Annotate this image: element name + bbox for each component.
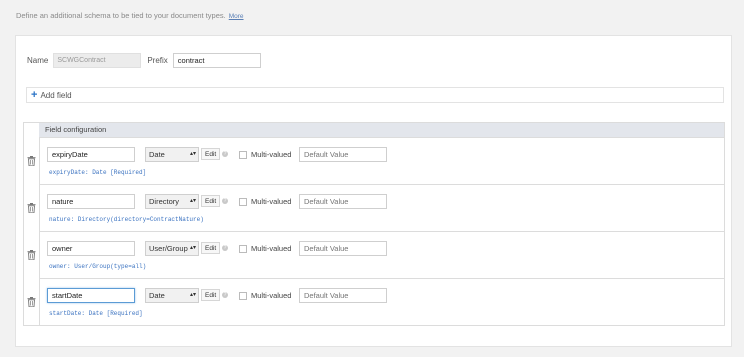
help-icon[interactable]: ?	[222, 198, 228, 204]
plus-icon: +	[31, 89, 38, 101]
more-link[interactable]: More	[229, 13, 244, 20]
trash-icon[interactable]	[27, 297, 36, 307]
field-configuration-table: Field configuration Date ▴▾ Edit ? Multi-…	[23, 122, 725, 326]
table-row: Date ▴▾ Edit ? Multi-valued expiryDate: D…	[27, 137, 724, 184]
schema-name-field: SCWGContract	[53, 53, 142, 68]
checkbox-box[interactable]	[239, 150, 247, 159]
schema-card: Name SCWGContract Prefix + Add field Fie…	[15, 35, 732, 347]
field-name-input[interactable]	[47, 288, 135, 303]
multivalued-label: Multi-valued	[251, 197, 292, 206]
multivalued-checkbox[interactable]: Multi-valued	[239, 197, 291, 206]
field-summary: owner: User/Group(type=all)	[49, 263, 147, 270]
prefix-input[interactable]	[172, 53, 261, 68]
checkbox-box[interactable]	[239, 291, 247, 300]
field-type-value: User/Group	[149, 244, 188, 253]
table-header: Field configuration	[39, 123, 724, 137]
intro-description: Define an additional schema to be tied t…	[16, 11, 226, 20]
field-type-select[interactable]: Date ▴▾	[145, 288, 199, 303]
field-summary: startDate: Date [Required]	[49, 310, 143, 317]
schema-name-row: Name SCWGContract Prefix	[27, 53, 261, 68]
checkbox-box[interactable]	[239, 197, 247, 206]
updown-arrow-icon: ▴▾	[189, 151, 196, 157]
field-type-select[interactable]: Directory ▴▾	[145, 194, 199, 209]
field-type-value: Date	[149, 291, 165, 300]
prefix-label: Prefix	[147, 56, 168, 65]
edit-button[interactable]: Edit	[201, 289, 221, 301]
table-row: Directory ▴▾ Edit ? Multi-valued nature: …	[27, 184, 724, 231]
field-type-select[interactable]: Date ▴▾	[145, 147, 199, 162]
intro-text: Define an additional schema to be tied t…	[16, 11, 244, 20]
field-name-input[interactable]	[47, 241, 135, 256]
field-type-value: Directory	[149, 197, 180, 206]
field-type-select[interactable]: User/Group ▴▾	[145, 241, 199, 256]
multivalued-checkbox[interactable]: Multi-valued	[239, 150, 291, 159]
name-label: Name	[27, 56, 49, 65]
updown-arrow-icon: ▴▾	[189, 292, 196, 298]
multivalued-label: Multi-valued	[251, 150, 292, 159]
trash-icon[interactable]	[27, 156, 36, 166]
edit-button[interactable]: Edit	[201, 242, 221, 254]
updown-arrow-icon: ▴▾	[189, 245, 196, 251]
help-icon[interactable]: ?	[222, 292, 228, 298]
multivalued-label: Multi-valued	[251, 291, 292, 300]
trash-icon[interactable]	[27, 250, 36, 260]
field-summary: nature: Directory(directory=ContractNatu…	[49, 216, 204, 223]
field-type-value: Date	[149, 150, 165, 159]
help-icon[interactable]: ?	[222, 151, 228, 157]
default-value-input[interactable]	[299, 241, 387, 256]
table-row: Date ▴▾ Edit ? Multi-valued startDate: Da…	[27, 278, 724, 325]
multivalued-checkbox[interactable]: Multi-valued	[239, 291, 291, 300]
multivalued-checkbox[interactable]: Multi-valued	[239, 244, 291, 253]
checkbox-box[interactable]	[239, 244, 247, 253]
trash-icon[interactable]	[27, 203, 36, 213]
multivalued-label: Multi-valued	[251, 244, 292, 253]
add-field-label: Add field	[40, 90, 72, 100]
field-name-input[interactable]	[47, 147, 135, 162]
default-value-input[interactable]	[299, 288, 387, 303]
field-name-input[interactable]	[47, 194, 135, 209]
add-field-button[interactable]: + Add field	[26, 87, 724, 103]
table-row: User/Group▴▾ Edit ? Multi-valued owner: …	[27, 231, 724, 278]
edit-button[interactable]: Edit	[201, 148, 221, 160]
row-actions-column	[24, 123, 40, 325]
edit-button[interactable]: Edit	[201, 195, 221, 207]
updown-arrow-icon: ▴▾	[189, 198, 196, 204]
default-value-input[interactable]	[299, 194, 387, 209]
field-summary: expiryDate: Date [Required]	[49, 169, 147, 176]
default-value-input[interactable]	[299, 147, 387, 162]
help-icon[interactable]: ?	[222, 245, 228, 251]
